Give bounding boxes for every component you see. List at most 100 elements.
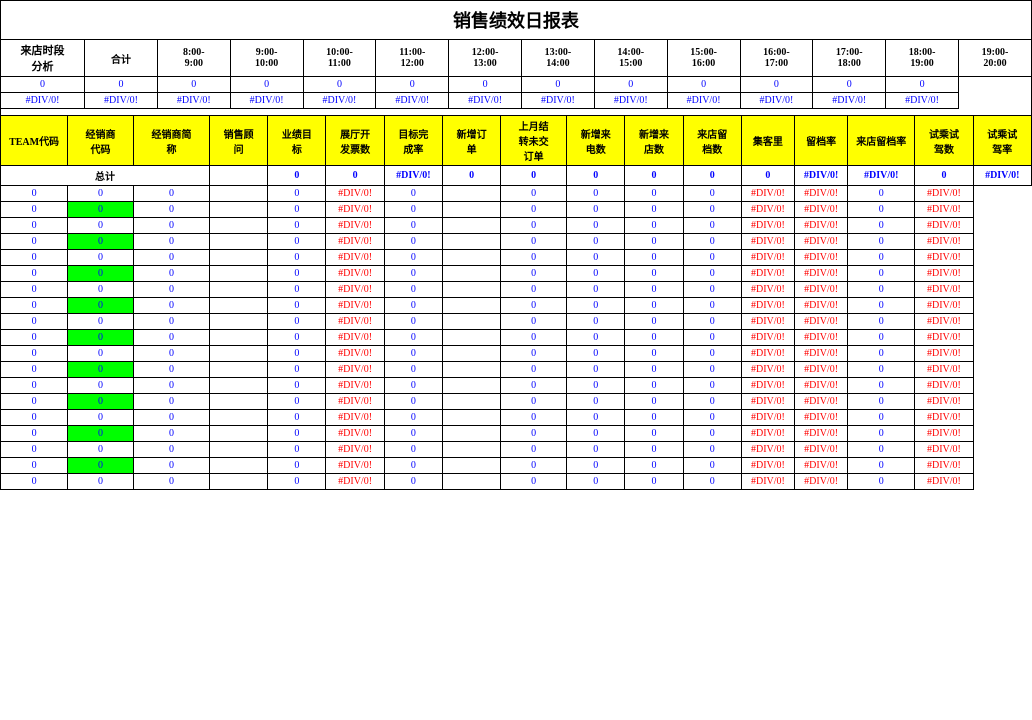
dealer-code: 0 [68, 186, 134, 202]
main-performance-table: TEAM代码 经销商代码 经销商简称 销售顾问 业绩目标 展厅开发票数 目标完成… [0, 115, 1032, 490]
total-target-rate: #DIV/0! [384, 166, 442, 186]
top-row2: #DIV/0! #DIV/0! #DIV/0! #DIV/0! #DIV/0! … [1, 93, 1032, 109]
test-drive-rate: #DIV/0! [915, 186, 973, 202]
table-row: 0000#DIV/0!00000#DIV/0!#DIV/0!0#DIV/0! [1, 314, 1032, 330]
table-row: 0000#DIV/0!00000#DIV/0!#DIV/0!0#DIV/0! [1, 426, 1032, 442]
table-row: 0000#DIV/0!00000#DIV/0!#DIV/0!0#DIV/0! [1, 330, 1032, 346]
dealer-code-header: 经销商代码 [68, 116, 134, 166]
table-row: 0000#DIV/0!00000#DIV/0!#DIV/0!0#DIV/0! [1, 218, 1032, 234]
store-file-rate: #DIV/0! [795, 186, 848, 202]
target-rate: #DIV/0! [326, 186, 384, 202]
last-month-orders-header: 上月结转未交订单 [501, 116, 567, 166]
table-row: 0000#DIV/0!00000#DIV/0!#DIV/0!0#DIV/0! [1, 378, 1032, 394]
new-orders: 0 [384, 186, 442, 202]
total-new-calls: 0 [567, 166, 625, 186]
new-calls-header: 新增来电数 [567, 116, 625, 166]
store-records: 0 [625, 186, 683, 202]
customer-pool: 0 [683, 186, 741, 202]
total-customer-pool: 0 [741, 166, 794, 186]
file-rate: #DIV/0! [741, 186, 794, 202]
team-code: 0 [1, 186, 68, 202]
table-row: 0000#DIV/0!00000#DIV/0!#DIV/0!0#DIV/0! [1, 362, 1032, 378]
test-drive-count-header: 试乘试驾数 [915, 116, 973, 166]
top-r2-c9: #DIV/0! [667, 93, 740, 109]
customer-pool-header: 集客里 [741, 116, 794, 166]
time-slot-5: 12:00-13:00 [449, 40, 522, 77]
time-slot-3: 10:00-11:00 [303, 40, 376, 77]
table-row: 0000#DIV/0!00000#DIV/0!#DIV/0!0#DIV/0! [1, 458, 1032, 474]
dealer-name-header: 经销商简称 [133, 116, 209, 166]
file-rate-header: 留档率 [795, 116, 848, 166]
time-slot-7: 14:00-15:00 [594, 40, 667, 77]
top-r2-c2: #DIV/0! [157, 93, 230, 109]
test-drive-count: 0 [848, 186, 915, 202]
table-row: 0000#DIV/0!00000#DIV/0!#DIV/0!0#DIV/0! [1, 346, 1032, 362]
time-slot-9: 16:00-17:00 [740, 40, 813, 77]
top-r2-c11: #DIV/0! [813, 93, 886, 109]
top-r1-c6: 0 [449, 77, 522, 93]
total-new-orders: 0 [442, 166, 500, 186]
table-row: 0000#DIV/0!00000#DIV/0!#DIV/0!0#DIV/0! [1, 202, 1032, 218]
perf-target: 0 [268, 186, 326, 202]
time-analysis-table: 来店时段分析 合计 8:00-9:00 9:00-10:00 10:00-11:… [0, 39, 1032, 109]
total-test-drive-rate: #DIV/0! [973, 166, 1031, 186]
total-label: 总计 [1, 166, 210, 186]
page-title: 销售绩效日报表 [0, 0, 1032, 39]
top-r1-c1: 0 [85, 77, 158, 93]
top-r1-c0: 0 [1, 77, 85, 93]
time-slot-11: 18:00-19:00 [886, 40, 959, 77]
top-r2-c1: #DIV/0! [85, 93, 158, 109]
time-slot-4: 11:00-12:00 [376, 40, 449, 77]
table-row: 0000#DIV/0!00000#DIV/0!#DIV/0!0#DIV/0! [1, 474, 1032, 490]
time-slot-2: 9:00-10:00 [230, 40, 303, 77]
top-r2-c5: #DIV/0! [376, 93, 449, 109]
table-row: 0000#DIV/0!00000#DIV/0!#DIV/0!0#DIV/0! [1, 442, 1032, 458]
total-new-visits: 0 [625, 166, 683, 186]
top-r2-c10: #DIV/0! [740, 93, 813, 109]
sales-advisor-header: 销售顾问 [209, 116, 267, 166]
new-orders-header: 新增订单 [442, 116, 500, 166]
total-last-orders: 0 [501, 166, 567, 186]
perf-target-header: 业绩目标 [268, 116, 326, 166]
test-drive-rate-header: 试乘试驾率 [973, 116, 1031, 166]
page-container: 销售绩效日报表 来店时段分析 合计 8:00-9:00 9:00-10:00 1… [0, 0, 1032, 490]
total-invoice: 0 [326, 166, 384, 186]
store-file-rate-header: 来店留档率 [848, 116, 915, 166]
table-row: 0000#DIV/0!00000#DIV/0!#DIV/0!0#DIV/0! [1, 410, 1032, 426]
table-row: 0000#DIV/0!00000#DIV/0!#DIV/0!0#DIV/0! [1, 250, 1032, 266]
store-records-header: 来店留档数 [683, 116, 741, 166]
table-row: 0000#DIV/0!00000#DIV/0!#DIV/0!0#DIV/0! [1, 282, 1032, 298]
team-code-header: TEAM代码 [1, 116, 68, 166]
top-r1-c7: 0 [522, 77, 595, 93]
invoice-count-header: 展厅开发票数 [326, 116, 384, 166]
dealer-name: 0 [133, 186, 209, 202]
table-row: 0000#DIV/0!00000#DIV/0!#DIV/0!0#DIV/0! [1, 394, 1032, 410]
total-file-rate: #DIV/0! [795, 166, 848, 186]
time-slot-8: 15:00-16:00 [667, 40, 740, 77]
top-r1-c8: 0 [594, 77, 667, 93]
top-r1-c12: 0 [886, 77, 959, 93]
top-r1-c10: 0 [740, 77, 813, 93]
top-r1-c4: 0 [303, 77, 376, 93]
time-slot-10: 17:00-18:00 [813, 40, 886, 77]
total-store-file-rate: #DIV/0! [848, 166, 915, 186]
total-store-records: 0 [683, 166, 741, 186]
top-r2-c3: #DIV/0! [230, 93, 303, 109]
time-slot-6: 13:00-14:00 [522, 40, 595, 77]
total-perf-target: 0 [268, 166, 326, 186]
top-r1-c9: 0 [667, 77, 740, 93]
totals-row: 总计 0 0 #DIV/0! 0 0 0 0 0 0 #DIV/0! #DIV/… [1, 166, 1032, 186]
summary-header: 合计 [85, 40, 158, 77]
top-row1: 0 0 0 0 0 0 0 0 0 0 0 0 0 [1, 77, 1032, 93]
top-r2-c6: #DIV/0! [449, 93, 522, 109]
table-row: 0 0 0 0 #DIV/0! 0 0 0 0 0 #DIV/0! #DIV/0… [1, 186, 1032, 202]
top-r1-c3: 0 [230, 77, 303, 93]
top-r2-c8: #DIV/0! [594, 93, 667, 109]
top-r1-c5: 0 [376, 77, 449, 93]
table-row: 0000#DIV/0!00000#DIV/0!#DIV/0!0#DIV/0! [1, 266, 1032, 282]
time-label: 来店时段分析 [1, 40, 85, 77]
top-r2-c12: #DIV/0! [886, 93, 959, 109]
new-visits: 0 [567, 186, 625, 202]
new-visits-header: 新增来店数 [625, 116, 683, 166]
top-r2-c0: #DIV/0! [1, 93, 85, 109]
